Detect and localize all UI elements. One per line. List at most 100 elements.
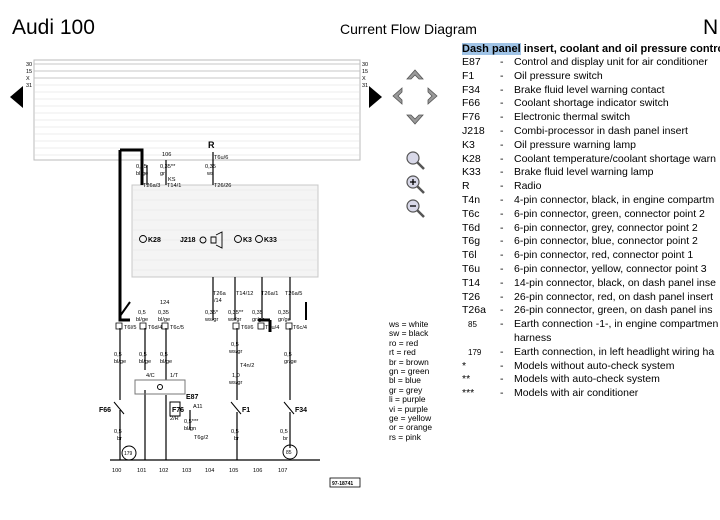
scroll-right-arrow-icon[interactable] xyxy=(418,84,448,108)
connector-label: T26a/5 xyxy=(285,291,302,297)
wire-size: 0,35 xyxy=(205,164,216,170)
legend-dash: - xyxy=(500,276,504,289)
zoom-icon[interactable] xyxy=(400,148,430,172)
legend-item: F1 - Oil pressure switch xyxy=(462,70,720,84)
connector-label: T14/12 xyxy=(236,291,253,297)
legend-code: J218 xyxy=(462,124,485,137)
scroll-up-arrow-icon[interactable] xyxy=(400,62,430,86)
scroll-down-arrow-icon[interactable] xyxy=(400,108,430,132)
track-number: 102 xyxy=(159,468,168,474)
zoom-out-icon[interactable] xyxy=(400,196,430,220)
legend-description: 6-pin connector, blue, connector point 2 xyxy=(514,235,698,248)
wire-color: gr/ge xyxy=(284,359,297,365)
wire-color: gr/ge xyxy=(252,317,265,323)
component-label: F1 xyxy=(242,407,250,414)
connector-label: T14/1 xyxy=(167,183,181,189)
legend-item: K3 - Oil pressure warning lamp xyxy=(462,139,720,153)
legend-dash: - xyxy=(500,304,504,317)
wire-size: 0,35** xyxy=(160,164,176,170)
legend-item: * - Models without auto-check system xyxy=(462,360,720,374)
wire-color-key: ws = white sw = black ro = red rt = red br =… xyxy=(389,319,461,442)
connector-label: T6c/4 xyxy=(293,325,307,331)
legend-code: T6g xyxy=(462,235,481,248)
wire-color: gr/ge xyxy=(278,317,291,323)
legend-code: ** xyxy=(462,373,471,386)
page-mark: N xyxy=(703,16,719,39)
rail-label-15-right: 15 xyxy=(362,69,368,75)
connector-label: T6c/5 xyxy=(170,325,184,331)
legend-item: T6l -6-pin connector, red, connector poin… xyxy=(462,249,720,263)
connector-label: T6l/6 xyxy=(241,325,253,331)
legend-dash: - xyxy=(500,207,504,220)
connector-label: T6l/5 xyxy=(124,325,136,331)
legend-description: 6-pin connector, grey, connector point 2 xyxy=(514,221,698,234)
legend-description: Earth connection, in left headlight wiri… xyxy=(514,345,715,358)
legend-dash: - xyxy=(500,124,504,137)
earth-label: 179 xyxy=(124,451,133,457)
app-title: Audi 100 xyxy=(12,16,95,39)
rail-label-30-left: 30 xyxy=(26,62,32,68)
wire-size: 0,5 xyxy=(284,352,292,358)
legend-dash: - xyxy=(500,193,504,206)
legend-item: K33 - Brake fluid level warning lamp xyxy=(462,166,720,180)
wire-size: 1,0 xyxy=(232,373,240,379)
legend-list: E87- Control and display unit for air con… xyxy=(462,56,720,401)
legend-dash: - xyxy=(500,138,504,151)
wire-color: ws/gr xyxy=(204,317,219,323)
legend-description: 26-pin connector, green, on dash panel i… xyxy=(514,304,713,317)
color-key-item: rs = pink xyxy=(389,431,421,442)
legend-item: 85 - Earth connection -1-, in engine compa… xyxy=(462,318,720,346)
legend-dash: - xyxy=(500,345,504,358)
legend-description: Oil pressure switch xyxy=(514,69,603,82)
legend-code: T14 xyxy=(462,276,481,289)
num-124: 124 xyxy=(160,300,169,306)
connector-label: /14 xyxy=(214,298,222,304)
legend-code: F76 xyxy=(462,111,481,124)
connector-label: T4n/2 xyxy=(240,363,254,369)
diagram-title: Current Flow Diagram xyxy=(340,21,477,37)
wire-size: 0,35 xyxy=(136,164,147,170)
wire-color: ws/gr xyxy=(228,349,243,355)
legend-item: T26a -26-pin connector, green, on dash pa… xyxy=(462,304,720,318)
scroll-left-arrow-icon[interactable] xyxy=(382,84,412,108)
legend-description: Models with air conditioner xyxy=(514,387,639,400)
connector-label: T26/26 xyxy=(214,183,231,189)
legend-dash: - xyxy=(500,180,504,193)
wire-size: 0,35* xyxy=(205,310,219,316)
legend-description: 6-pin connector, red, connector point 1 xyxy=(514,249,694,262)
lamp-label: K33 xyxy=(264,237,277,244)
track-number: 104 xyxy=(205,468,214,474)
circuit-diagram: 30 15 X 31 30 15 X 31 106 R 0,35 bl/ge 0… xyxy=(26,59,368,488)
connector-label: KS xyxy=(168,177,176,183)
legend-item: T6g -6-pin connector, blue, connector poi… xyxy=(462,235,720,249)
legend-dash: - xyxy=(500,69,504,82)
legend-dash: - xyxy=(500,387,504,400)
component-label: E87 xyxy=(186,394,199,401)
legend-code: T6d xyxy=(462,221,481,234)
legend-title: Dash panel insert, coolant and oil press… xyxy=(462,42,720,56)
legend-description: Electronic thermal switch xyxy=(514,111,631,124)
rail-label-x-right: X xyxy=(362,76,366,82)
legend-description: Coolant temperature/coolant shortage war… xyxy=(514,152,716,165)
legend-code: F34 xyxy=(462,83,481,96)
track-number: 107 xyxy=(278,468,287,474)
wire-color: bl/ge xyxy=(136,317,148,323)
zoom-in-icon[interactable] xyxy=(400,172,430,196)
legend-item: R - Radio xyxy=(462,180,720,194)
wire-color: br xyxy=(234,436,239,442)
connector-label: T26a/1 xyxy=(261,291,278,297)
legend-item: K28 - Coolant temperature/coolant shortage… xyxy=(462,153,720,167)
legend-code: K28 xyxy=(462,152,481,165)
legend-description: 4-pin connector, black, in engine compar… xyxy=(514,193,715,206)
wire-size: 0,5 xyxy=(139,352,147,358)
pin-label: 4/C xyxy=(146,373,155,379)
pin-label: A11 xyxy=(193,404,203,410)
legend-dash: - xyxy=(500,111,504,124)
connector-label: T26a/3 xyxy=(143,183,160,189)
label-r: R xyxy=(208,140,215,150)
track-number: 103 xyxy=(182,468,191,474)
legend-item: 179 - Earth connection, in left headlight … xyxy=(462,346,720,360)
legend-dash: - xyxy=(500,373,504,386)
legend-code: T6l xyxy=(462,249,477,262)
component-legend: Dash panel insert, coolant and oil press… xyxy=(462,42,720,407)
